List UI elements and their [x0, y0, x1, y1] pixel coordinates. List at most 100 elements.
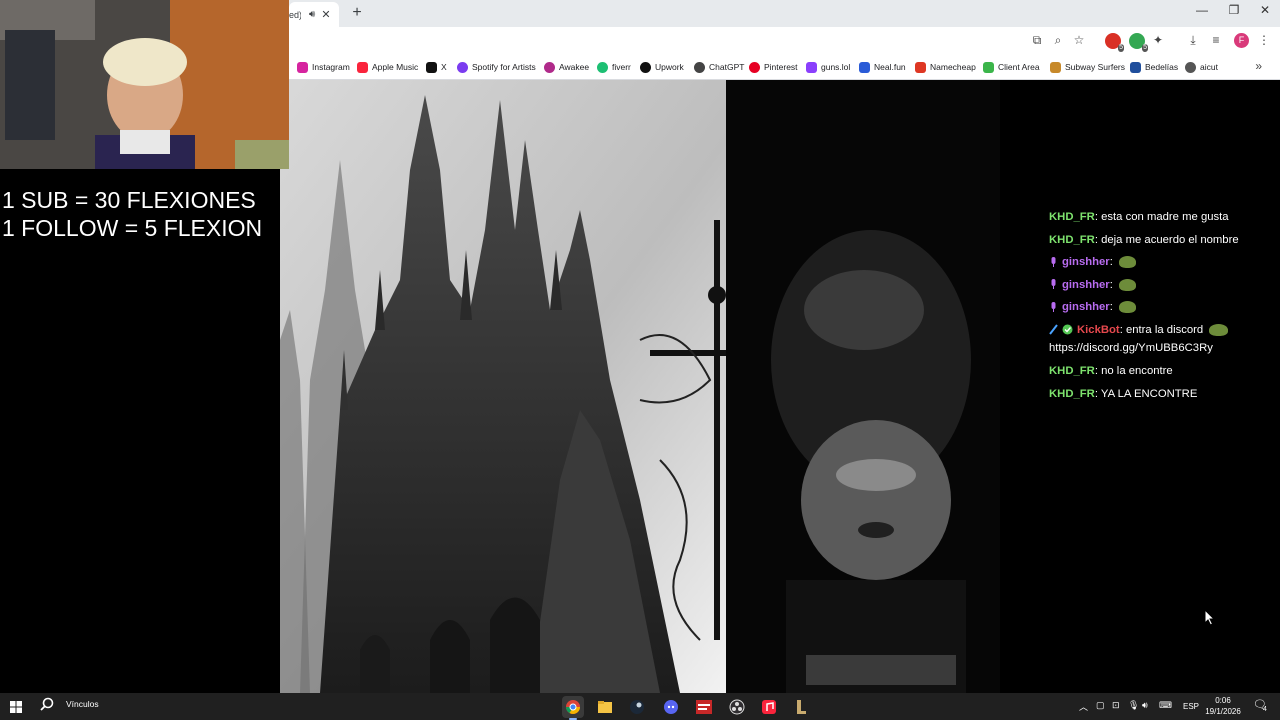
bookmark-aicut[interactable]: aicut — [1185, 60, 1218, 74]
windows-start-icon[interactable] — [10, 701, 22, 713]
steam-taskbar-icon[interactable] — [626, 696, 648, 718]
bookmark-label: Subway Surfers — [1065, 62, 1125, 72]
apple-music-icon — [357, 61, 368, 73]
discord-taskbar-icon[interactable] — [660, 696, 682, 718]
desktop: 1 SUB = 30 FLEXIONES 1 FOLLOW = 5 FLEXIO… — [0, 0, 1280, 720]
tray-network-icon[interactable]: ⊡ — [1112, 700, 1120, 711]
volume-icon[interactable]: 🔊︎ — [1142, 700, 1148, 711]
close-tab-icon[interactable]: ✕ — [321, 8, 330, 21]
bookmark-spotify[interactable]: Spotify for Artists — [457, 60, 536, 74]
bookmark-fiverr[interactable]: fiverr — [597, 60, 631, 74]
notification-center-icon[interactable]: 🗨︎4 — [1253, 698, 1271, 713]
streamer-webcam — [0, 0, 289, 169]
chat-text: : — [1109, 278, 1113, 291]
microphone-badge-icon — [1051, 301, 1056, 312]
bookmark-label: Spotify for Artists — [472, 62, 536, 72]
bookmark-label: Instagram — [312, 62, 350, 72]
bookmark-label: Neal.fun — [874, 62, 906, 72]
taskbar-search[interactable]: Vínculos — [40, 697, 99, 711]
menu-dots-icon[interactable]: ⋮ — [1256, 32, 1272, 48]
bookmark-label: Awakee — [559, 62, 590, 72]
bookmark-neal-fun[interactable]: Neal.fun — [859, 60, 906, 74]
chat-username: KHD_FR — [1049, 233, 1095, 246]
subway-surfers-icon — [1050, 61, 1061, 73]
overlay-line-sub: 1 SUB = 30 FLEXIONES — [2, 187, 256, 213]
tray-chevron-up-icon[interactable]: ︿ — [1079, 700, 1088, 713]
bookmark-pinterest[interactable]: Pinterest — [749, 60, 798, 74]
tray-app-icon[interactable]: ▢ — [1096, 700, 1105, 711]
bookmark-namecheap[interactable]: Namecheap — [915, 60, 976, 74]
chat-message: KHD_FR : YA LA ENCONTRE — [1049, 383, 1274, 406]
cast-icon[interactable]: ⧉ — [1029, 32, 1045, 48]
chat-message: ginshher : — [1049, 296, 1274, 319]
bookmark-upwork[interactable]: Upwork — [640, 60, 684, 74]
extension-badge-count: 5 — [1118, 44, 1124, 52]
bookmark-label: X — [441, 62, 447, 72]
media-control-icon[interactable]: ≡ — [1208, 32, 1224, 48]
chevron-more-bookmarks-icon[interactable]: » — [1255, 59, 1262, 73]
chat-message: KHD_FR : deja me acuerdo el nombre — [1049, 229, 1274, 252]
browser-window: ed) 🔊︎ ✕ + — ❐ ✕ ⧉ ⌕ ☆ 5 5 ✦ ⤓ ≡ F ⋮ Ins… — [289, 0, 1280, 80]
upwork-icon — [640, 61, 651, 73]
extension-icon-green[interactable]: 5 — [1129, 33, 1148, 52]
extensions-puzzle-icon[interactable]: ✦ — [1150, 32, 1166, 48]
bookmark-label: Namecheap — [930, 62, 976, 72]
bookmark-client-area[interactable]: Client Area — [983, 60, 1040, 74]
bookmark-label: Client Area — [998, 62, 1040, 72]
search-label: Vínculos — [66, 699, 99, 709]
browser-toolbar: ⧉ ⌕ ☆ 5 5 ✦ ⤓ ≡ F ⋮ — [289, 27, 1280, 54]
x-icon — [426, 61, 437, 73]
minimize-button[interactable]: — — [1187, 3, 1217, 17]
tab-strip: ed) 🔊︎ ✕ + — ❐ ✕ — [289, 0, 1280, 27]
bookmark-guns-lol[interactable]: guns.lol — [806, 60, 850, 74]
guns-lol-icon — [806, 61, 817, 73]
bookmark-awakee[interactable]: Awakee — [544, 60, 589, 74]
chat-text: : — [1109, 256, 1113, 269]
frog-emote-icon — [1118, 301, 1136, 314]
bookmark-bedelias[interactable]: Bedelías — [1130, 60, 1178, 74]
obs-taskbar-icon[interactable] — [726, 696, 748, 718]
zoom-icon[interactable]: ⌕ — [1050, 32, 1066, 48]
instagram-icon — [297, 61, 308, 73]
new-tab-button[interactable]: + — [347, 4, 367, 22]
chat-text: : no la encontre — [1094, 365, 1173, 378]
speaker-icon[interactable]: 🔊︎ — [309, 9, 315, 20]
bookmark-label: aicut — [1200, 62, 1218, 72]
download-icon[interactable]: ⤓ — [1185, 32, 1201, 48]
bookmark-chatgpt[interactable]: ChatGPT — [694, 60, 744, 74]
cathedral-image — [280, 80, 726, 693]
chrome-taskbar-icon[interactable] — [562, 696, 584, 720]
league-client-taskbar-icon[interactable] — [790, 696, 812, 718]
apple-music-taskbar-icon[interactable] — [758, 696, 780, 718]
taskbar-clock[interactable]: 0:06 19/1/2026 — [1196, 695, 1250, 717]
bookmark-x[interactable]: X — [426, 60, 447, 74]
clock-date: 19/1/2026 — [1205, 707, 1241, 716]
profile-avatar[interactable]: F — [1234, 33, 1249, 48]
bookmark-apple-music[interactable]: Apple Music — [357, 60, 418, 74]
aicut-icon — [1185, 61, 1196, 73]
restore-button[interactable]: ❐ — [1219, 3, 1249, 17]
frog-emote-icon — [1118, 278, 1136, 291]
extension-icon-red[interactable]: 5 — [1105, 33, 1124, 52]
chat-username: KHD_FR — [1049, 387, 1095, 400]
awakee-icon — [544, 61, 555, 73]
chat-username: KHD_FR — [1049, 211, 1095, 224]
keyboard-icon[interactable]: ⌨ — [1159, 700, 1172, 711]
chat-discord-link[interactable]: https://discord.gg/YmUBB6C3Ry — [1049, 338, 1274, 358]
bookmark-star-icon[interactable]: ☆ — [1071, 32, 1087, 48]
chat-text: : — [1109, 301, 1113, 314]
namecheap-icon — [915, 61, 926, 73]
microphone-icon[interactable]: 🎙︎ — [1128, 700, 1139, 711]
overlay-line-follow: 1 FOLLOW = 5 FLEXION — [2, 215, 263, 241]
chat-message: KHD_FR : no la encontre — [1049, 360, 1274, 383]
chat-username: ginshher — [1062, 256, 1110, 269]
bookmark-subway-surfers[interactable]: Subway Surfers — [1050, 60, 1125, 74]
microphone-badge-icon — [1051, 279, 1056, 290]
file-explorer-taskbar-icon[interactable] — [594, 696, 616, 718]
active-tab[interactable]: ed) 🔊︎ ✕ — [289, 2, 339, 27]
close-window-button[interactable]: ✕ — [1250, 3, 1280, 17]
bookmark-instagram[interactable]: Instagram — [297, 60, 350, 74]
clock-time: 0:06 — [1215, 696, 1231, 705]
record-app-taskbar-icon[interactable] — [693, 696, 715, 718]
notification-count: 4 — [1262, 706, 1267, 713]
